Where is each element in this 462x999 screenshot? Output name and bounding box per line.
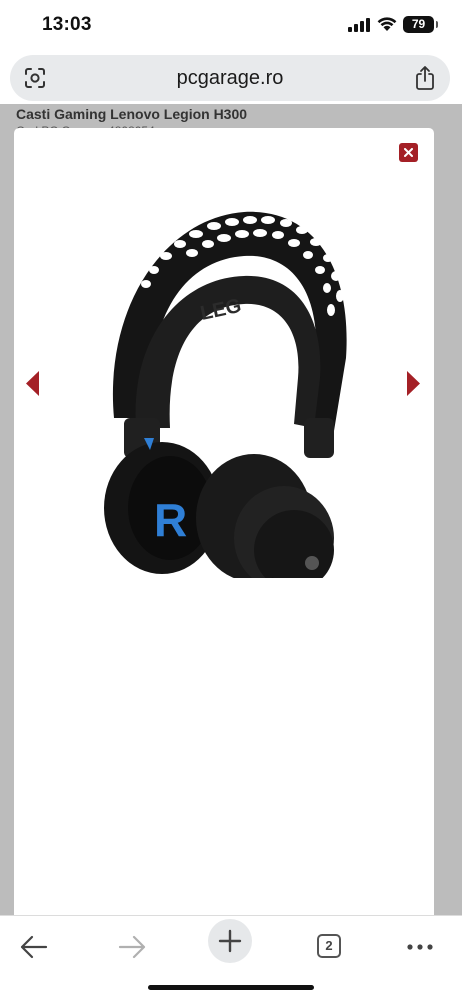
close-button[interactable] [399, 143, 418, 162]
plus-icon[interactable] [208, 919, 252, 963]
more-icon[interactable] [397, 924, 443, 970]
status-bar: 13:03 79 [0, 0, 462, 52]
product-image: LEG R [104, 211, 347, 578]
battery-indicator: 79 [403, 16, 438, 33]
address-bar[interactable]: pcgarage.ro [10, 55, 450, 101]
home-indicator [148, 985, 314, 990]
url-text[interactable]: pcgarage.ro [10, 55, 450, 101]
back-arrow-icon[interactable] [11, 924, 57, 970]
image-lightbox: LEG R [14, 128, 434, 918]
close-icon[interactable] [404, 148, 413, 157]
chevron-right-icon[interactable] [407, 371, 420, 396]
wifi-icon [377, 17, 397, 31]
forward-arrow-icon[interactable] [109, 924, 155, 970]
new-tab-button[interactable] [208, 919, 252, 963]
svg-text:R: R [154, 494, 187, 546]
share-icon[interactable] [414, 65, 436, 91]
signal-icon [348, 18, 370, 32]
tabs-button[interactable]: 2 [306, 924, 352, 970]
chevron-left-icon[interactable] [26, 371, 39, 396]
product-title: Casti Gaming Lenovo Legion H300 [16, 106, 248, 122]
status-time: 13:03 [42, 14, 92, 35]
tabs-icon[interactable]: 2 [317, 934, 341, 958]
